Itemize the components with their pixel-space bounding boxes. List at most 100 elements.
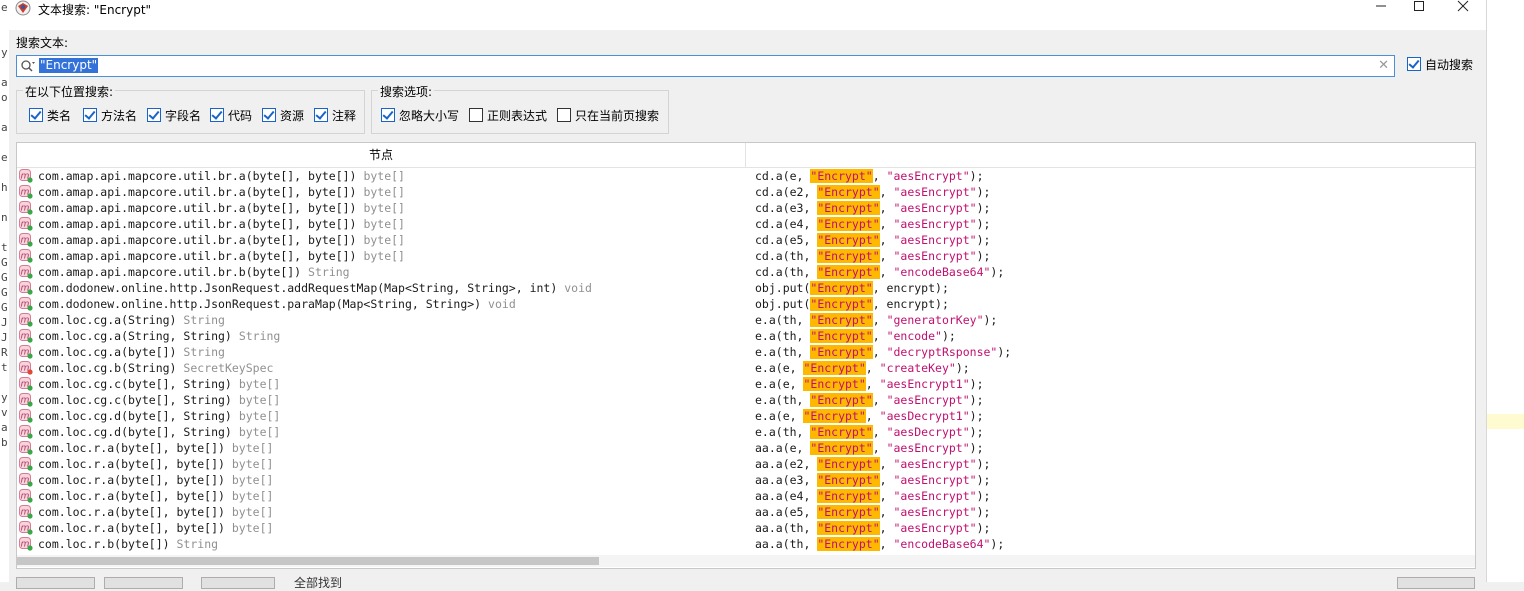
code-suffix: ); — [976, 185, 991, 199]
table-row[interactable]: m com.amap.api.mapcore.util.br.a(byte[], … — [17, 216, 1475, 232]
method-icon: m — [19, 521, 33, 535]
search-in-method-checkbox[interactable]: 方法名 — [83, 108, 137, 124]
search-in-field-checkbox[interactable]: 字段名 — [147, 108, 201, 124]
result-code: aa.a(e4, "Encrypt", "aesEncrypt"); — [755, 488, 990, 504]
method-icon: m — [19, 457, 33, 471]
search-in-resource-checkbox[interactable]: 资源 — [262, 108, 304, 124]
current-page-only-checkbox[interactable]: 只在当前页搜索 — [557, 108, 659, 124]
code-prefix: obj.put( — [755, 281, 811, 295]
table-row[interactable]: m com.loc.r.a(byte[], byte[]) byte[] aa.a(… — [17, 488, 1475, 504]
table-row[interactable]: m com.loc.cg.d(byte[], String) byte[] e.a(… — [17, 424, 1475, 440]
table-row[interactable]: m com.loc.r.a(byte[], byte[]) byte[] aa.a(… — [17, 504, 1475, 520]
code-prefix: aa.a(e3, — [755, 473, 818, 487]
code-middle: , — [879, 457, 894, 471]
search-in-class-checkbox[interactable]: 类名 — [29, 108, 71, 124]
table-row[interactable]: m com.loc.r.b(byte[]) String aa.a(th, "Enc… — [17, 536, 1475, 552]
search-in-comment-checkbox[interactable]: 注释 — [314, 108, 356, 124]
window-title: 文本搜索: "Encrypt" — [38, 3, 152, 17]
checkbox-checked-icon — [210, 108, 224, 122]
horizontal-scrollbar[interactable] — [17, 555, 1475, 567]
search-in-code-checkbox[interactable]: 代码 — [210, 108, 252, 124]
table-row[interactable]: m com.amap.api.mapcore.util.br.a(byte[], … — [17, 200, 1475, 216]
code-suffix: ); — [997, 345, 1012, 359]
table-row[interactable]: m com.amap.api.mapcore.util.br.a(byte[], … — [17, 232, 1475, 248]
match-highlight: "Encrypt" — [817, 265, 880, 279]
search-input-value[interactable]: "Encrypt" — [39, 58, 99, 73]
code-prefix: cd.a(e5, — [755, 233, 818, 247]
node-return-type: byte[] — [231, 441, 274, 455]
code-prefix: cd.a(th, — [755, 265, 818, 279]
node-signature: com.dodonew.online.http.JsonRequest.addR… — [38, 281, 558, 295]
result-code: aa.a(e2, "Encrypt", "aesEncrypt"); — [755, 456, 990, 472]
table-row[interactable]: m com.loc.cg.c(byte[], String) byte[] e.a(… — [17, 392, 1475, 408]
match-highlight: "Encrypt" — [817, 457, 880, 471]
result-node: com.loc.r.a(byte[], byte[]) byte[] — [38, 504, 273, 520]
node-return-type: String — [183, 345, 225, 359]
table-row[interactable]: m com.loc.cg.a(byte[]) String e.a(th, "Enc… — [17, 344, 1475, 360]
result-node: com.amap.api.mapcore.util.br.a(byte[], b… — [38, 232, 405, 248]
bottom-button-4[interactable] — [1397, 577, 1475, 589]
result-node: com.loc.r.a(byte[], byte[]) byte[] — [38, 472, 273, 488]
method-icon: m — [19, 281, 33, 295]
code-suffix: ); — [976, 249, 991, 263]
code-middle: , — [879, 233, 894, 247]
method-icon: m — [19, 409, 33, 423]
table-row[interactable]: m com.amap.api.mapcore.util.br.a(byte[], … — [17, 248, 1475, 264]
table-row[interactable]: m com.loc.cg.c(byte[], String) byte[] e.a(… — [17, 376, 1475, 392]
result-code: obj.put("Encrypt", encrypt); — [755, 280, 949, 296]
table-row[interactable]: m com.dodonew.online.http.JsonRequest.par… — [17, 296, 1475, 312]
table-row[interactable]: m com.loc.cg.b(String) SecretKeySpec e.a(e… — [17, 360, 1475, 376]
code-suffix: ); — [969, 409, 984, 423]
table-row[interactable]: m com.loc.cg.a(String, String) String e.a(… — [17, 328, 1475, 344]
close-button[interactable] — [1441, 0, 1485, 16]
result-code: cd.a(e4, "Encrypt", "aesEncrypt"); — [755, 216, 990, 232]
result-code: e.a(e, "Encrypt", "aesDecrypt1"); — [755, 408, 984, 424]
table-row[interactable]: m com.loc.r.a(byte[], byte[]) byte[] aa.a(… — [17, 472, 1475, 488]
node-signature: com.loc.cg.a(byte[]) — [38, 345, 177, 359]
result-node: com.loc.r.a(byte[], byte[]) byte[] — [38, 488, 273, 504]
bottom-button-1[interactable] — [16, 577, 95, 589]
status-text: 全部找到 — [294, 576, 343, 590]
bottom-button-2[interactable] — [104, 577, 183, 589]
clear-search-icon[interactable]: ✕ — [1378, 58, 1389, 73]
code-suffix: ); — [976, 473, 991, 487]
search-icon[interactable] — [20, 58, 36, 74]
code-middle: , — [879, 489, 894, 503]
method-icon: m — [19, 201, 33, 215]
code-suffix: ); — [969, 441, 984, 455]
node-signature: com.loc.r.b(byte[]) — [38, 537, 170, 551]
auto-search-checkbox[interactable]: 自动搜索 — [1407, 57, 1473, 73]
method-icon: m — [19, 217, 33, 231]
ignore-case-checkbox[interactable]: 忽略大小写 — [381, 108, 459, 124]
table-header: 节点 — [17, 143, 1475, 168]
option-label: 忽略大小写 — [399, 109, 460, 123]
table-row[interactable]: m com.loc.r.a(byte[], byte[]) byte[] aa.a(… — [17, 520, 1475, 536]
table-row[interactable]: m com.dodonew.online.http.JsonRequest.add… — [17, 280, 1475, 296]
code-suffix: ); — [976, 489, 991, 503]
table-row[interactable]: m com.loc.r.a(byte[], byte[]) byte[] aa.a(… — [17, 456, 1475, 472]
method-icon: m — [19, 297, 33, 311]
table-row[interactable]: m com.loc.cg.a(String) String e.a(th, "Enc… — [17, 312, 1475, 328]
column-header-node[interactable]: 节点 — [17, 143, 746, 167]
table-row[interactable]: m com.amap.api.mapcore.util.br.b(byte[]) … — [17, 264, 1475, 280]
code-middle: , — [872, 169, 887, 183]
option-label: 资源 — [280, 109, 305, 123]
result-code: e.a(th, "Encrypt", "encode"); — [755, 328, 956, 344]
table-row[interactable]: m com.amap.api.mapcore.util.br.a(byte[], … — [17, 168, 1475, 184]
table-row[interactable]: m com.loc.r.a(byte[], byte[]) byte[] aa.a(… — [17, 440, 1475, 456]
regex-checkbox[interactable]: 正则表达式 — [469, 108, 547, 124]
method-icon: m — [19, 489, 33, 503]
bottom-button-3[interactable] — [201, 577, 275, 589]
maximize-button[interactable] — [1397, 0, 1441, 16]
scrollbar-thumb[interactable] — [17, 557, 599, 565]
table-row[interactable]: m com.amap.api.mapcore.util.br.a(byte[], … — [17, 184, 1475, 200]
result-node: com.loc.cg.a(byte[]) String — [38, 344, 225, 360]
node-signature: com.amap.api.mapcore.util.br.b(byte[]) — [38, 265, 302, 279]
table-row[interactable]: m com.loc.cg.d(byte[], String) byte[] e.a(… — [17, 408, 1475, 424]
results-table[interactable]: 节点 m com.amap.api.mapcore.util.br.a(byte[… — [16, 142, 1476, 569]
result-code: aa.a(th, "Encrypt", "aesEncrypt"); — [755, 520, 990, 536]
code-middle: , — [879, 201, 894, 215]
code-prefix: e.a(th, — [755, 329, 811, 343]
string-literal: "aesDecrypt1" — [879, 409, 970, 423]
search-input[interactable]: "Encrypt" ✕ — [16, 55, 1395, 77]
